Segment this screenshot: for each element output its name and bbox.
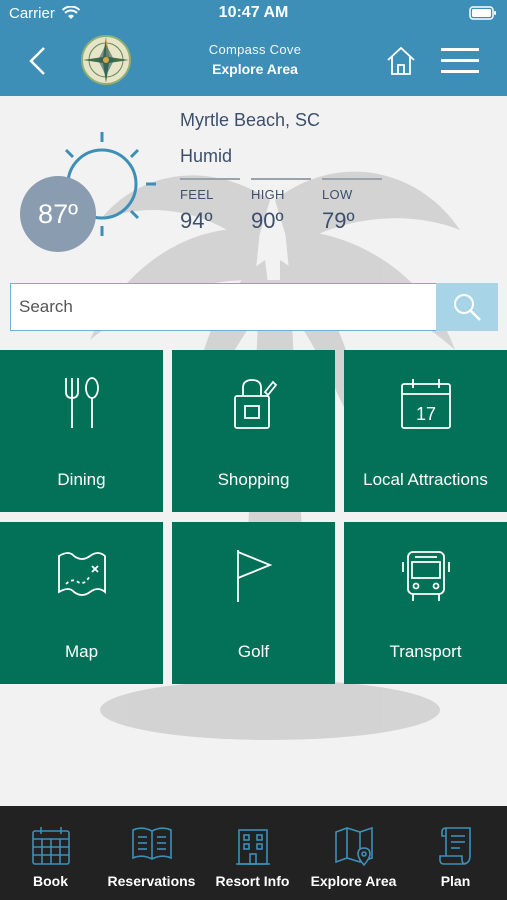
tile-label-golf: Golf bbox=[237, 642, 270, 661]
fork-spoon-icon bbox=[64, 377, 99, 428]
page-title: Explore Area bbox=[212, 61, 298, 77]
building-icon bbox=[235, 829, 270, 865]
svg-text:17: 17 bbox=[415, 404, 435, 424]
status-bar: Carrier 10:47 AM bbox=[0, 0, 507, 28]
tile-map[interactable]: Map bbox=[0, 522, 163, 684]
battery-icon bbox=[469, 6, 496, 20]
menu-button[interactable] bbox=[440, 46, 480, 76]
tile-local-attractions[interactable]: 17 Local Attractions bbox=[344, 350, 507, 512]
high-label: HIGH bbox=[251, 187, 285, 202]
home-button[interactable] bbox=[384, 44, 418, 78]
tab-book[interactable]: Book bbox=[0, 806, 101, 900]
tab-label-reservations: Reservations bbox=[107, 873, 196, 889]
tab-label-book: Book bbox=[33, 873, 68, 889]
tile-shopping[interactable]: Shopping bbox=[172, 350, 335, 512]
tab-plan[interactable]: Plan bbox=[404, 806, 507, 900]
search-button[interactable] bbox=[436, 283, 498, 331]
tab-reservations[interactable]: Reservations bbox=[101, 806, 202, 900]
header-titles: Compass Cove Explore Area bbox=[170, 42, 340, 77]
tile-label-transport: Transport bbox=[389, 642, 462, 661]
compass-logo-icon bbox=[81, 35, 131, 85]
tab-label-explore-area: Explore Area bbox=[310, 873, 397, 889]
high-stat: HIGH 90º bbox=[251, 178, 311, 234]
open-book-icon bbox=[131, 827, 172, 860]
calendar-grid-icon bbox=[31, 827, 70, 865]
high-value: 90º bbox=[251, 208, 284, 233]
weather-location: Myrtle Beach, SC bbox=[180, 110, 321, 130]
weather-condition: Humid bbox=[180, 146, 233, 166]
status-time: 10:47 AM bbox=[218, 4, 289, 21]
tile-label-map: Map bbox=[64, 642, 99, 661]
golf-flag-icon bbox=[236, 550, 272, 602]
tab-explore-area[interactable]: Explore Area bbox=[303, 806, 404, 900]
current-temperature: 87º bbox=[20, 176, 96, 252]
treasure-map-icon bbox=[57, 552, 106, 596]
tab-label-resort-info: Resort Info bbox=[215, 873, 290, 889]
tab-label-plan: Plan bbox=[440, 873, 471, 889]
tile-transport[interactable]: Transport bbox=[344, 522, 507, 684]
low-stat: LOW 79º bbox=[322, 178, 382, 234]
search-input[interactable] bbox=[10, 283, 438, 331]
low-value: 79º bbox=[322, 208, 355, 233]
feel-label: FEEL bbox=[180, 187, 214, 202]
shopping-bag-icon bbox=[233, 379, 277, 429]
map-pin-icon bbox=[334, 826, 373, 866]
search-bar bbox=[10, 283, 498, 331]
tile-label-shopping: Shopping bbox=[217, 470, 290, 489]
resort-name: Compass Cove bbox=[208, 42, 302, 57]
low-label: LOW bbox=[322, 187, 353, 202]
bus-icon bbox=[401, 551, 450, 601]
back-button[interactable] bbox=[22, 44, 56, 78]
tile-dining[interactable]: Dining bbox=[0, 350, 163, 512]
feel-stat: FEEL 94º bbox=[180, 178, 240, 234]
scroll-icon bbox=[438, 827, 471, 865]
search-icon bbox=[454, 294, 481, 321]
calendar-icon: 17 bbox=[400, 379, 451, 429]
tile-label-dining: Dining bbox=[57, 470, 106, 489]
tile-golf[interactable]: Golf bbox=[172, 522, 335, 684]
feel-value: 94º bbox=[180, 208, 213, 233]
tab-resort-info[interactable]: Resort Info bbox=[202, 806, 303, 900]
bottom-tab-bar: Book Reservations Resort Info Explore Ar… bbox=[0, 806, 507, 900]
tile-label-local-attractions: Local Attractions bbox=[363, 470, 488, 489]
app-header: Carrier 10:47 AM Compass Cove Explore Ar… bbox=[0, 0, 507, 96]
